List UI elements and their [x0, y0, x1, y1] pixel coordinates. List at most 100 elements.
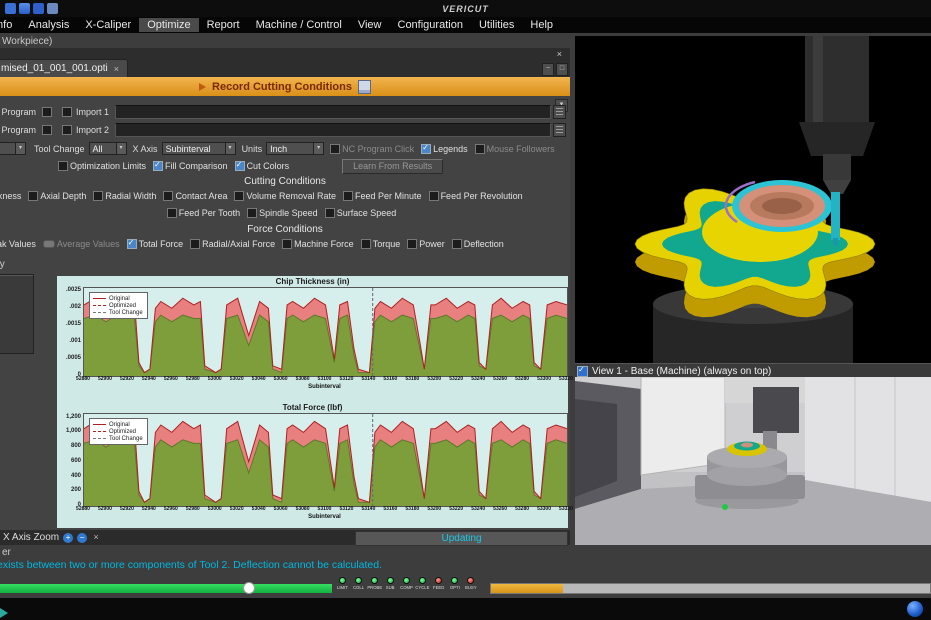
checkbox-box[interactable] [428, 191, 439, 201]
checkbox-box[interactable] [126, 238, 137, 249]
window-app-icon[interactable] [47, 3, 58, 14]
x-axis-combo[interactable]: Subinterval ▾ [161, 142, 236, 155]
menu-item-help[interactable]: Help [522, 18, 561, 32]
checkbox-box[interactable] [451, 239, 462, 249]
checkbox-box[interactable] [330, 143, 341, 154]
menu-item-info[interactable]: Info [0, 18, 20, 32]
checkbox-mouse-followers[interactable]: Mouse Followers [474, 143, 555, 154]
checkbox-feed-per-revolution[interactable]: Feed Per Revolution [428, 191, 523, 201]
checkbox-box[interactable] [28, 191, 39, 201]
view1-3d-viewport[interactable] [575, 36, 931, 363]
checkbox-power[interactable]: Power [407, 239, 445, 249]
tab-close-icon[interactable]: × [114, 64, 119, 74]
checkbox-box[interactable] [58, 161, 68, 171]
menu-item-view[interactable]: View [350, 18, 390, 32]
checkbox-total-force[interactable]: Total Force [126, 238, 183, 249]
plot-area[interactable]: Original Optimized Tool Change [83, 287, 568, 377]
checkbox-box[interactable] [324, 208, 335, 218]
maximize-icon[interactable]: □ [556, 63, 568, 76]
checkbox-legends[interactable]: Legends [421, 143, 468, 154]
checkbox-box[interactable] [407, 239, 418, 249]
slider-handle[interactable] [243, 582, 255, 594]
zoom-out-icon[interactable]: − [77, 532, 88, 543]
program-checkbox[interactable] [42, 107, 52, 117]
checkbox-peak-values[interactable]: Peak Values [0, 239, 36, 249]
checkbox-chip-thickness[interactable]: Chip Thickness [0, 191, 21, 201]
import1-checkbox[interactable] [62, 107, 72, 117]
toggle-icon[interactable] [42, 240, 55, 248]
import1-field[interactable] [115, 105, 551, 119]
checkbox-box[interactable] [153, 160, 164, 171]
window-app-icon[interactable] [5, 3, 16, 14]
checkbox-deflection[interactable]: Deflection [451, 239, 504, 249]
checkbox-nc-program-click[interactable]: NC Program Click [330, 143, 414, 154]
index-combo[interactable]: 1 ▾ [0, 142, 26, 155]
units-combo[interactable]: Inch ▾ [266, 142, 325, 155]
checkbox-spindle-speed[interactable]: Spindle Speed [247, 208, 318, 218]
checkbox-box[interactable] [247, 208, 258, 218]
window-app-icon[interactable] [33, 3, 44, 14]
panel-close-icon[interactable]: × [557, 49, 562, 59]
checkbox-box[interactable] [282, 239, 293, 249]
status-light-limit: LIMIT [336, 577, 349, 591]
file-list-icon[interactable] [553, 123, 566, 137]
learn-from-results-button[interactable]: Learn From Results [342, 158, 444, 174]
zoom-in-icon[interactable]: + [63, 532, 74, 543]
simulation-progress-slider[interactable] [0, 582, 332, 594]
menu-item-machine-control[interactable]: Machine / Control [248, 18, 350, 32]
titlebar-icons [5, 3, 58, 14]
checkbox-box[interactable] [166, 208, 177, 218]
record-cutting-conditions-header[interactable]: Record Cutting Conditions [0, 77, 570, 96]
checkbox-box[interactable] [343, 191, 354, 201]
checkbox-box[interactable] [421, 143, 432, 154]
chip-thickness-chart[interactable]: Chip Thickness (in) .0025 .002 .0015 .001 .0… [57, 276, 573, 398]
zoom-close-icon[interactable]: × [91, 532, 101, 543]
checkbox-box[interactable] [190, 239, 201, 249]
checkbox-average-values[interactable]: Average Values [42, 239, 120, 249]
checkbox-box[interactable] [474, 143, 485, 154]
menu-item-x-caliper[interactable]: X-Caliper [77, 18, 139, 32]
program-checkbox[interactable] [42, 125, 52, 135]
checkbox-axial-depth[interactable]: Axial Depth [28, 191, 86, 201]
x-tick-label: 53040 [251, 506, 266, 512]
checkbox-box[interactable] [360, 239, 371, 249]
checkbox-box[interactable] [93, 191, 104, 201]
menu-item-utilities[interactable]: Utilities [471, 18, 522, 32]
minimize-icon[interactable]: − [542, 63, 554, 76]
checkbox-fill-comparison[interactable]: Fill Comparison [153, 160, 228, 171]
checkbox-box[interactable] [163, 191, 174, 201]
import2-checkbox[interactable] [62, 125, 72, 135]
clipboard-icon[interactable] [357, 79, 371, 94]
checkbox-contact-area[interactable]: Contact Area [163, 191, 227, 201]
plot-area[interactable]: Original Optimized Tool Change [83, 413, 568, 507]
total-force-chart[interactable]: Total Force (lbf) 1,200 1,000 800 600 400 200… [57, 402, 573, 528]
checkbox-machine-force[interactable]: Machine Force [282, 239, 354, 249]
checkbox-volume-removal-rate[interactable]: Volume Removal Rate [234, 191, 336, 201]
vericut-orb-icon[interactable] [907, 601, 923, 617]
checkbox-cut-colors[interactable]: Cut Colors [234, 160, 289, 171]
machine-3d-viewport[interactable] [575, 376, 931, 545]
window-app-icon[interactable] [19, 3, 30, 14]
opti-file-tab[interactable]: mised_01_001_001.opti × [0, 59, 129, 77]
checkbox-radial-width[interactable]: Radial Width [93, 191, 156, 201]
import2-field[interactable] [115, 123, 551, 137]
view-visibility-checkbox[interactable] [577, 365, 588, 377]
checkbox-feed-per-minute[interactable]: Feed Per Minute [343, 191, 422, 201]
play-triangle-icon[interactable] [0, 608, 8, 618]
checkbox-box[interactable] [234, 191, 245, 201]
menu-item-report[interactable]: Report [199, 18, 248, 32]
checkbox-optimization-limits[interactable]: Optimization Limits [58, 161, 146, 171]
tool-change-combo[interactable]: All ▾ [88, 142, 127, 155]
checkbox-torque[interactable]: Torque [360, 239, 400, 249]
menu-item-analysis[interactable]: Analysis [20, 18, 77, 32]
charts-area: Chip Thickness (in) .0025 .002 .0015 .001 .0… [57, 276, 573, 528]
checkbox-box[interactable] [234, 160, 245, 171]
view1-title-bar[interactable]: View 1 - Base (Machine) (always on top) [575, 363, 931, 378]
file-list-icon[interactable] [553, 105, 566, 119]
light-label: COLL [352, 585, 365, 591]
checkbox-feed-per-tooth[interactable]: Feed Per Tooth [166, 208, 240, 218]
menu-item-configuration[interactable]: Configuration [390, 18, 471, 32]
menu-item-optimize[interactable]: Optimize [139, 18, 199, 32]
checkbox-radial-axial-force[interactable]: Radial/Axial Force [190, 239, 275, 249]
checkbox-surface-speed[interactable]: Surface Speed [324, 208, 396, 218]
